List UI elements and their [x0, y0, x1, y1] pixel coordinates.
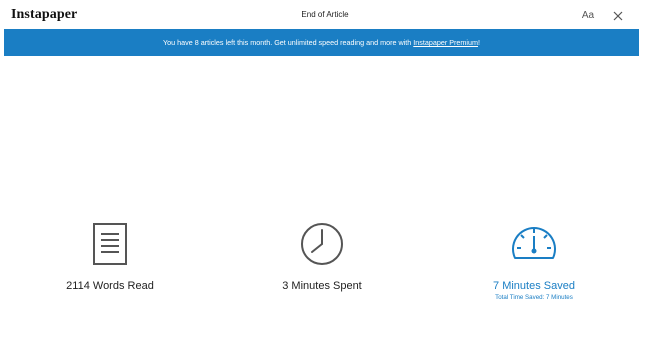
instapaper-logo[interactable]: Instapaper — [11, 7, 77, 23]
document-icon — [93, 223, 127, 265]
words-read-stat: 2114 Words Read — [10, 220, 210, 292]
close-button[interactable] — [610, 8, 626, 24]
end-of-article-page: Instapaper End of Article Aa You have 8 … — [0, 0, 650, 357]
clock-icon — [301, 223, 343, 265]
premium-banner: You have 8 articles left this month. Get… — [4, 29, 639, 56]
banner-text: You have 8 articles left this month. Get… — [163, 38, 414, 47]
page-title: End of Article — [301, 10, 349, 19]
font-settings-button[interactable]: Aa — [578, 8, 598, 24]
words-read-label: 2114 Words Read — [66, 280, 154, 292]
top-bar: Instapaper End of Article Aa — [0, 0, 650, 30]
minutes-saved-stat: 7 Minutes Saved Total Time Saved: 7 Minu… — [434, 220, 634, 301]
banner-text-end: ! — [477, 38, 480, 47]
minutes-spent-stat: 3 Minutes Spent — [222, 220, 422, 292]
close-icon — [613, 11, 623, 21]
minutes-spent-label: 3 Minutes Spent — [282, 280, 362, 292]
total-time-saved-label: Total Time Saved: 7 Minutes — [495, 294, 573, 301]
premium-link[interactable]: Instapaper Premium — [413, 38, 478, 47]
speedometer-icon — [512, 227, 556, 259]
minutes-saved-label: 7 Minutes Saved — [493, 280, 575, 292]
